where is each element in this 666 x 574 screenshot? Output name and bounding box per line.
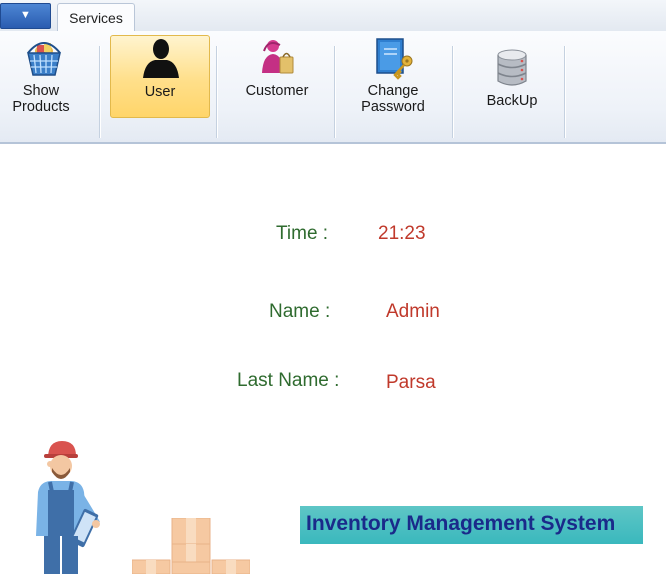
user-button[interactable]: User	[110, 35, 210, 118]
ribbon-separator	[334, 46, 335, 138]
change-password-label-2: Password	[361, 99, 425, 115]
show-products-label-2: Products	[12, 99, 70, 115]
change-password-label-1: Change	[367, 83, 419, 99]
customer-button[interactable]: Customer	[230, 31, 324, 141]
change-password-button[interactable]: Change Password	[348, 31, 438, 141]
customer-icon	[262, 40, 294, 74]
show-products-button[interactable]: Show Products	[4, 31, 78, 141]
app-menu-button[interactable]: ▼	[0, 3, 51, 29]
last-name-label: Last Name :	[237, 370, 340, 391]
user-silhouette-icon	[143, 39, 179, 78]
time-value: 21:23	[378, 223, 426, 244]
user-label: User	[144, 84, 176, 100]
worker-illustration	[36, 441, 100, 574]
basket-icon	[27, 42, 61, 76]
database-icon	[497, 49, 527, 86]
boxes-illustration	[132, 518, 250, 574]
ribbon-separator	[216, 46, 217, 138]
tab-strip: ▼ Services	[0, 0, 666, 32]
dropdown-arrow-icon: ▼	[20, 9, 31, 21]
app-title-banner: Inventory Management System	[300, 506, 643, 544]
ribbon: Show Products User Customer Change Passw…	[0, 31, 666, 144]
name-value: Admin	[386, 301, 440, 322]
ribbon-separator	[564, 46, 565, 138]
backup-button[interactable]: BackUp	[466, 31, 558, 141]
show-products-label-1: Show	[22, 83, 60, 99]
last-name-value: Parsa	[386, 372, 436, 393]
backup-label: BackUp	[486, 93, 538, 109]
app-title: Inventory Management System	[306, 512, 616, 535]
book-key-icon	[376, 38, 413, 80]
customer-label: Customer	[245, 83, 309, 99]
ribbon-separator	[452, 46, 453, 138]
tab-services[interactable]: Services	[57, 3, 135, 32]
ribbon-separator	[99, 46, 100, 138]
name-label: Name :	[269, 301, 331, 322]
time-label: Time :	[276, 223, 329, 244]
